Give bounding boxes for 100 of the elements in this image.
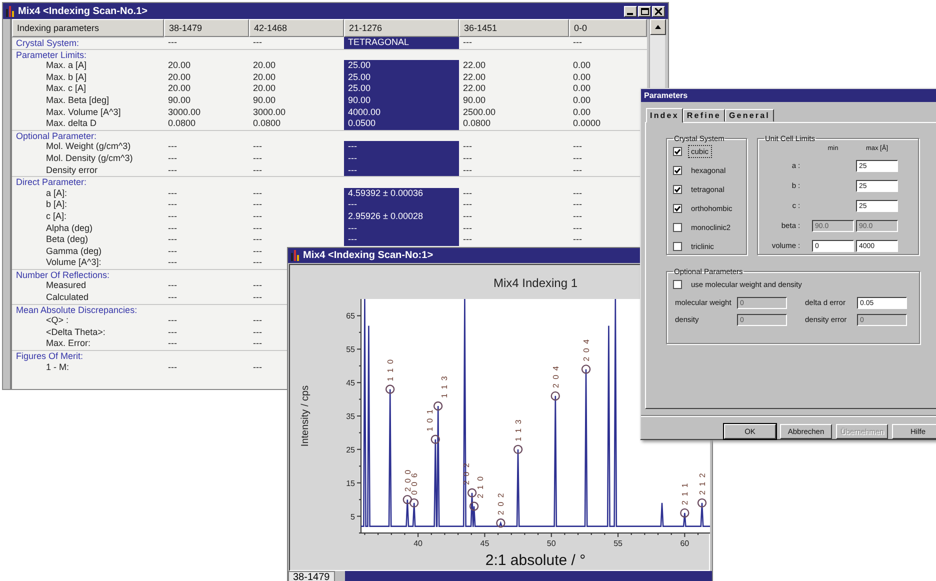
peak-marker [680, 508, 690, 518]
column-header[interactable]: 21-1276 [344, 19, 459, 37]
column-header[interactable]: 36-1451 [459, 19, 569, 37]
table-cell-text: --- [252, 292, 263, 304]
table-cell-text: --- [252, 362, 263, 374]
table-cell: TETRAGONAL [344, 37, 459, 49]
tick-label: 25 [346, 445, 355, 454]
peak-label: 2 0 4 [551, 365, 560, 388]
table-cell-text: 3000.00 [167, 106, 202, 118]
table-cell: 4000.00 [344, 106, 459, 118]
table-cell-text: --- [167, 315, 178, 327]
row-label: Measured [45, 280, 88, 292]
table-cell-text: --- [572, 141, 583, 153]
table-cell-text: --- [252, 326, 263, 338]
row-label: 1 - M: [45, 362, 70, 374]
peak-marker [581, 364, 591, 374]
table-cell-text: --- [167, 164, 178, 176]
row-label: Beta (deg) [45, 234, 90, 246]
table-cell-text: --- [167, 188, 178, 200]
tab[interactable]: General [724, 108, 774, 122]
table-cell-text: --- [462, 164, 473, 176]
table-cell-text: 0.0800 [252, 118, 282, 130]
tab[interactable]: Refine [682, 108, 725, 122]
peak-marker [469, 502, 479, 511]
table-cell-text: --- [167, 338, 178, 350]
peak-label: 2 0 0 [403, 468, 412, 492]
table-cell: --- [344, 234, 459, 246]
table-cell-text: --- [462, 199, 473, 211]
table-cell-text: 0.00 [572, 83, 592, 95]
table-cell-text: 90.00 [167, 94, 192, 107]
peak-label: 1 0 1 [425, 408, 434, 432]
row-label: Calculated [45, 292, 90, 304]
tab[interactable]: Index [646, 108, 683, 123]
checkbox[interactable] [673, 204, 682, 213]
tick-label: 15 [346, 478, 355, 488]
table-cell: 4.59392 ± 0.00036 [344, 188, 459, 200]
table-cell-text: --- [252, 222, 263, 234]
table-cell-text: 20.00 [252, 60, 277, 72]
peak-marker [402, 494, 412, 504]
peak-marker [433, 401, 443, 411]
table-cell-text: --- [572, 222, 583, 234]
row-label: Max. a [A] [45, 60, 88, 72]
row-label: Mol. Weight (g/cm^3) [45, 141, 132, 153]
table-cell-text: 20.00 [167, 72, 192, 84]
checkbox[interactable] [673, 184, 682, 194]
up-arrow-icon [655, 25, 661, 29]
checkbox[interactable] [673, 222, 682, 232]
peak-marker [496, 518, 506, 528]
tick-label: 5 [350, 512, 355, 522]
table-cell: 25.00 [344, 83, 459, 95]
table-cell-text: --- [462, 188, 473, 200]
row-label: Max. c [A] [45, 83, 88, 95]
table-cell-text: --- [167, 362, 178, 374]
table-cell-text: 2500.00 [462, 106, 497, 118]
peak-label: 2 0 2 [496, 492, 506, 515]
maximize-button[interactable] [638, 6, 651, 16]
peak-label: 0 0 6 [410, 472, 420, 495]
table-cell-text: --- [572, 164, 583, 176]
table-cell-text: --- [167, 292, 178, 304]
row-label: Max. delta D [45, 118, 98, 130]
table-cell-text: --- [167, 37, 178, 49]
bars-icon [6, 6, 15, 16]
row-label: Volume [A^3]: [45, 257, 102, 269]
minimize-button[interactable] [624, 6, 637, 16]
axis-title: 2:1 absolute / ° [485, 552, 586, 569]
table-cell-text: --- [252, 280, 263, 292]
column-header[interactable]: 42-1468 [249, 19, 344, 37]
column-header[interactable]: 38-1479 [164, 19, 249, 37]
row-label: b [A]: [45, 199, 68, 211]
checkbox[interactable] [673, 242, 682, 251]
table-cell-text: --- [252, 152, 263, 165]
table-cell-text: 0.00 [572, 72, 592, 84]
table-cell-text: --- [572, 37, 583, 49]
peak-label: 1 1 3 [440, 375, 450, 398]
bars-icon [291, 250, 300, 261]
checkbox[interactable] [673, 280, 682, 289]
table-cell-text: --- [462, 222, 473, 234]
table-cell-text: --- [252, 199, 263, 211]
column-header[interactable]: 0-0 [569, 19, 647, 37]
table-cell-text: --- [572, 210, 583, 222]
table-cell-text: --- [462, 141, 473, 153]
close-button[interactable] [652, 6, 665, 16]
checkbox[interactable] [673, 146, 682, 156]
tick-label: 45 [480, 539, 490, 548]
table-cell: 90.00 [344, 94, 459, 107]
table-cell-text: --- [252, 210, 263, 222]
table-cell-text: --- [252, 37, 263, 49]
table-cell-text: 22.00 [462, 72, 487, 84]
window-title: Mix4 <Indexing Scan-No.1> [18, 6, 148, 16]
table-cell: --- [344, 152, 459, 165]
table-cell-text: 0.00 [572, 94, 592, 107]
table-cell-text: --- [167, 234, 178, 246]
table-cell-text: --- [252, 141, 263, 153]
row-label: Gamma (deg) [45, 246, 103, 258]
table-cell-text: --- [252, 188, 263, 200]
table-cell-text: 0.0800 [462, 118, 492, 130]
tick-label: 35 [346, 412, 355, 421]
scroll-up-button[interactable] [650, 19, 666, 35]
checkbox[interactable] [673, 166, 682, 175]
table-cell-text: 22.00 [462, 83, 487, 95]
